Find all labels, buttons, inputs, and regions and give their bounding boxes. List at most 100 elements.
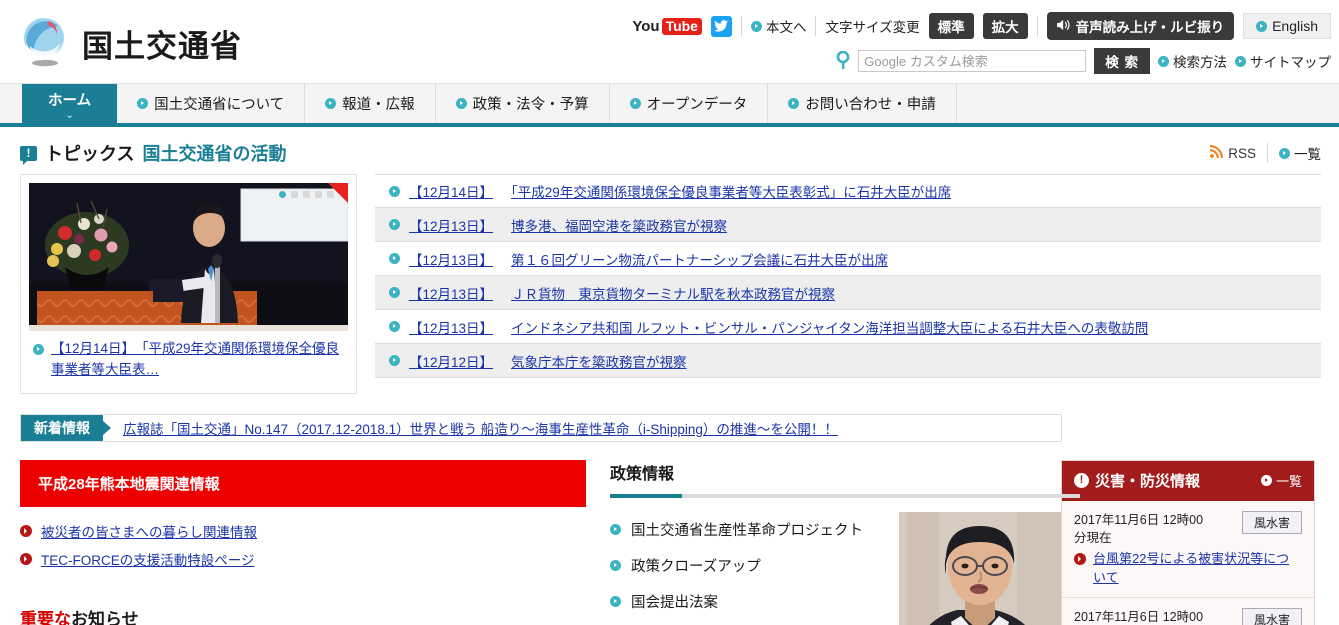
topic-row[interactable]: 【12月13日】 インドネシア共和国 ルフット・ビンサル・パンジャイタン海洋担当調…: [375, 310, 1321, 344]
topic-link[interactable]: 【12月13日】 第１６回グリーン物流パートナーシップ会議に石井大臣が出席: [409, 249, 888, 269]
skip-link-label: 本文へ: [765, 20, 807, 35]
search-input[interactable]: [858, 50, 1087, 72]
nav-item-press[interactable]: 報道・広報: [305, 84, 436, 123]
topic-link[interactable]: 【12月12日】 気象庁本庁を簗政務官が視察: [409, 351, 687, 371]
youtube-link[interactable]: You Tube: [632, 17, 702, 35]
disaster-panel-title: 災害・防災情報: [1095, 473, 1201, 491]
chevron-right-icon: [1074, 553, 1086, 566]
topics-feature-link[interactable]: 【12月14日】 「平成29年交通関係環境保全優良事業者等大臣表…: [51, 339, 346, 381]
header-search-bar: 検 索 検索方法 サイトマップ: [836, 48, 1331, 74]
disaster-timestamp: 2017年11月6日 12時00分現在: [1074, 512, 1204, 545]
slide-dot-3[interactable]: [303, 191, 310, 198]
topics-list-all-link[interactable]: 一覧: [1279, 143, 1321, 163]
youtube-tube-text: Tube: [661, 17, 702, 35]
topic-row[interactable]: 【12月13日】 博多港、福岡空港を簗政務官が視察: [375, 208, 1321, 242]
kumamoto-link-1[interactable]: 被災者の皆さまへの暮らし関連情報: [41, 521, 257, 541]
disaster-column: ! 災害・防災情報 一覧 2017年11月6日 12時00分現在 風水害 台風第…: [1061, 459, 1315, 625]
policy-column: 政策情報 国土交通省生産性革命プロジェクト 政策クローズアップ 国会提出法案: [586, 460, 1080, 625]
topic-row[interactable]: 【12月13日】 第１６回グリーン物流パートナーシップ会議に石井大臣が出席: [375, 242, 1321, 276]
topic-link[interactable]: 【12月13日】 博多港、福岡空港を簗政務官が視察: [409, 215, 727, 235]
topic-row[interactable]: 【12月14日】 「平成29年交通関係環境保全優良事業者等大臣表彰式」に石井大臣が…: [375, 174, 1321, 208]
topics-feature-card[interactable]: 【12月14日】 「平成29年交通関係環境保全優良事業者等大臣表…: [20, 174, 357, 394]
chevron-right-icon: [629, 98, 641, 109]
nav-item-about[interactable]: 国土交通省について: [117, 84, 306, 123]
chevron-right-icon: [788, 98, 800, 109]
policy-link-3[interactable]: 国会提出法案: [631, 591, 718, 612]
sitemap-link[interactable]: サイトマップ: [1235, 51, 1331, 71]
policy-link-list: 国土交通省生産性革命プロジェクト 政策クローズアップ 国会提出法案 パブリックコ…: [610, 512, 883, 625]
twitter-bird-icon[interactable]: [710, 15, 732, 37]
nav-item-about-label: 国土交通省について: [154, 97, 285, 113]
topics-body: 【12月14日】 「平成29年交通関係環境保全優良事業者等大臣表… 【12月14…: [0, 174, 1339, 394]
exclamation-circle-icon: !: [1074, 473, 1089, 489]
slide-dot-4[interactable]: [315, 191, 322, 198]
speaker-icon: [1056, 19, 1071, 34]
search-button[interactable]: 検 索: [1094, 48, 1150, 74]
policy-content: 国土交通省生産性革命プロジェクト 政策クローズアップ 国会提出法案 パブリックコ…: [610, 498, 1061, 625]
topic-date: 【12月13日】: [409, 218, 494, 234]
disaster-item-link-row[interactable]: 台風第22号による被害状況等について: [1074, 550, 1302, 588]
skip-to-content-link[interactable]: 本文へ: [750, 16, 807, 36]
list-item[interactable]: 国土交通省生産性革命プロジェクト: [610, 512, 883, 548]
kumamoto-earthquake-banner[interactable]: 平成28年熊本地震関連情報: [20, 459, 586, 507]
how-to-search-label: 検索方法: [1173, 55, 1227, 70]
font-size-normal-button[interactable]: 標準: [928, 13, 974, 39]
topic-row[interactable]: 【12月13日】 ＪＲ貨物 東京貨物ターミナル駅を秋本政務官が視察: [375, 276, 1321, 310]
chevron-right-icon: [389, 185, 400, 197]
disaster-link[interactable]: 台風第22号による被害状況等について: [1093, 550, 1302, 588]
how-to-search-link[interactable]: 検索方法: [1158, 51, 1227, 71]
list-item[interactable]: 被災者の皆さまへの暮らし関連情報: [20, 521, 586, 541]
site-logo[interactable]: 国土交通省: [18, 16, 242, 70]
speech-reader-button[interactable]: 音声読み上げ・ルビ振り: [1046, 12, 1235, 40]
new-information-link[interactable]: 広報誌「国土交通」No.147（2017.12-2018.1）世界と戦う 船造り…: [103, 415, 838, 441]
lower-content: 平成28年熊本地震関連情報 被災者の皆さまへの暮らし関連情報 TEC-FORCE…: [0, 442, 1339, 625]
list-item[interactable]: TEC-FORCEの支援活動特設ページ: [20, 549, 586, 569]
topics-header-actions: RSS 一覧: [1210, 143, 1321, 163]
topic-text: ＪＲ貨物 東京貨物ターミナル駅を秋本政務官が視察: [511, 286, 836, 302]
topic-row[interactable]: 【12月12日】 気象庁本庁を簗政務官が視察: [375, 344, 1321, 378]
policy-link-1[interactable]: 国土交通省生産性革命プロジェクト: [631, 519, 863, 540]
kumamoto-link-list: 被災者の皆さまへの暮らし関連情報 TEC-FORCEの支援活動特設ページ: [20, 507, 586, 569]
topics-feature-photo[interactable]: [29, 183, 348, 331]
header-utility-bar: You Tube 本文へ 文字サイズ変更 標準 拡大 音声読み上げ・ルビ振り E…: [632, 12, 1331, 40]
minister-photo[interactable]: [899, 511, 1061, 625]
disaster-list-all-link[interactable]: 一覧: [1260, 471, 1302, 490]
nav-item-home-label: ホーム: [48, 92, 92, 109]
nav-item-opendata[interactable]: オープンデータ: [610, 84, 769, 123]
kumamoto-link-2[interactable]: TEC-FORCEの支援活動特設ページ: [41, 549, 254, 569]
slideshow-dots[interactable]: [279, 191, 334, 198]
chevron-right-icon: [1235, 55, 1246, 67]
list-item[interactable]: 政策クローズアップ: [610, 548, 883, 584]
topic-link[interactable]: 【12月14日】 「平成29年交通関係環境保全優良事業者等大臣表彰式」に石井大臣が…: [409, 181, 951, 201]
chevron-right-icon: [33, 344, 44, 355]
site-title: 国土交通省: [82, 28, 242, 64]
new-information-bar[interactable]: 新着情報 広報誌「国土交通」No.147（2017.12-2018.1）世界と戦…: [20, 413, 1062, 442]
chevron-right-icon: [389, 287, 400, 298]
nav-item-contact[interactable]: お問い合わせ・申請: [768, 84, 957, 123]
topic-link[interactable]: 【12月13日】 インドネシア共和国 ルフット・ビンサル・パンジャイタン海洋担当調…: [409, 317, 1148, 337]
nav-item-policy[interactable]: 政策・法令・予算: [436, 84, 610, 123]
slide-dot-2[interactable]: [291, 191, 298, 198]
divider: [740, 16, 742, 36]
disaster-timestamp: 2017年11月6日 12時00分現在: [1074, 609, 1204, 624]
disaster-item: 2017年11月6日 12時00分現在 風水害 台風第22号による被害状況等につ…: [1062, 500, 1314, 598]
topic-link[interactable]: 【12月13日】 ＪＲ貨物 東京貨物ターミナル駅を秋本政務官が視察: [409, 283, 835, 303]
policy-link-2[interactable]: 政策クローズアップ: [631, 555, 761, 576]
slide-dot-1[interactable]: [279, 191, 286, 198]
english-button[interactable]: English: [1243, 13, 1331, 39]
font-size-large-button[interactable]: 拡大: [982, 13, 1028, 39]
chevron-right-icon: [20, 552, 32, 565]
topics-feature-caption[interactable]: 【12月14日】 「平成29年交通関係環境保全優良事業者等大臣表…: [29, 331, 348, 385]
english-label: English: [1272, 18, 1318, 34]
topics-header: ! トピックス 国土交通省の活動 RSS 一覧: [0, 127, 1339, 174]
chevron-right-icon: [610, 524, 621, 536]
rss-link[interactable]: RSS: [1210, 145, 1256, 161]
rss-label: RSS: [1228, 145, 1256, 161]
list-item[interactable]: パブリックコメント(意見公募): [610, 620, 883, 625]
chevron-right-icon: [610, 560, 621, 572]
nav-item-home[interactable]: ホーム ⌄: [22, 84, 118, 123]
list-item[interactable]: 国会提出法案: [610, 584, 883, 620]
nav-item-opendata-label: オープンデータ: [646, 97, 748, 113]
disaster-category-badge: 風水害: [1241, 510, 1302, 534]
disaster-panel: ! 災害・防災情報 一覧 2017年11月6日 12時00分現在 風水害 台風第…: [1061, 459, 1315, 625]
